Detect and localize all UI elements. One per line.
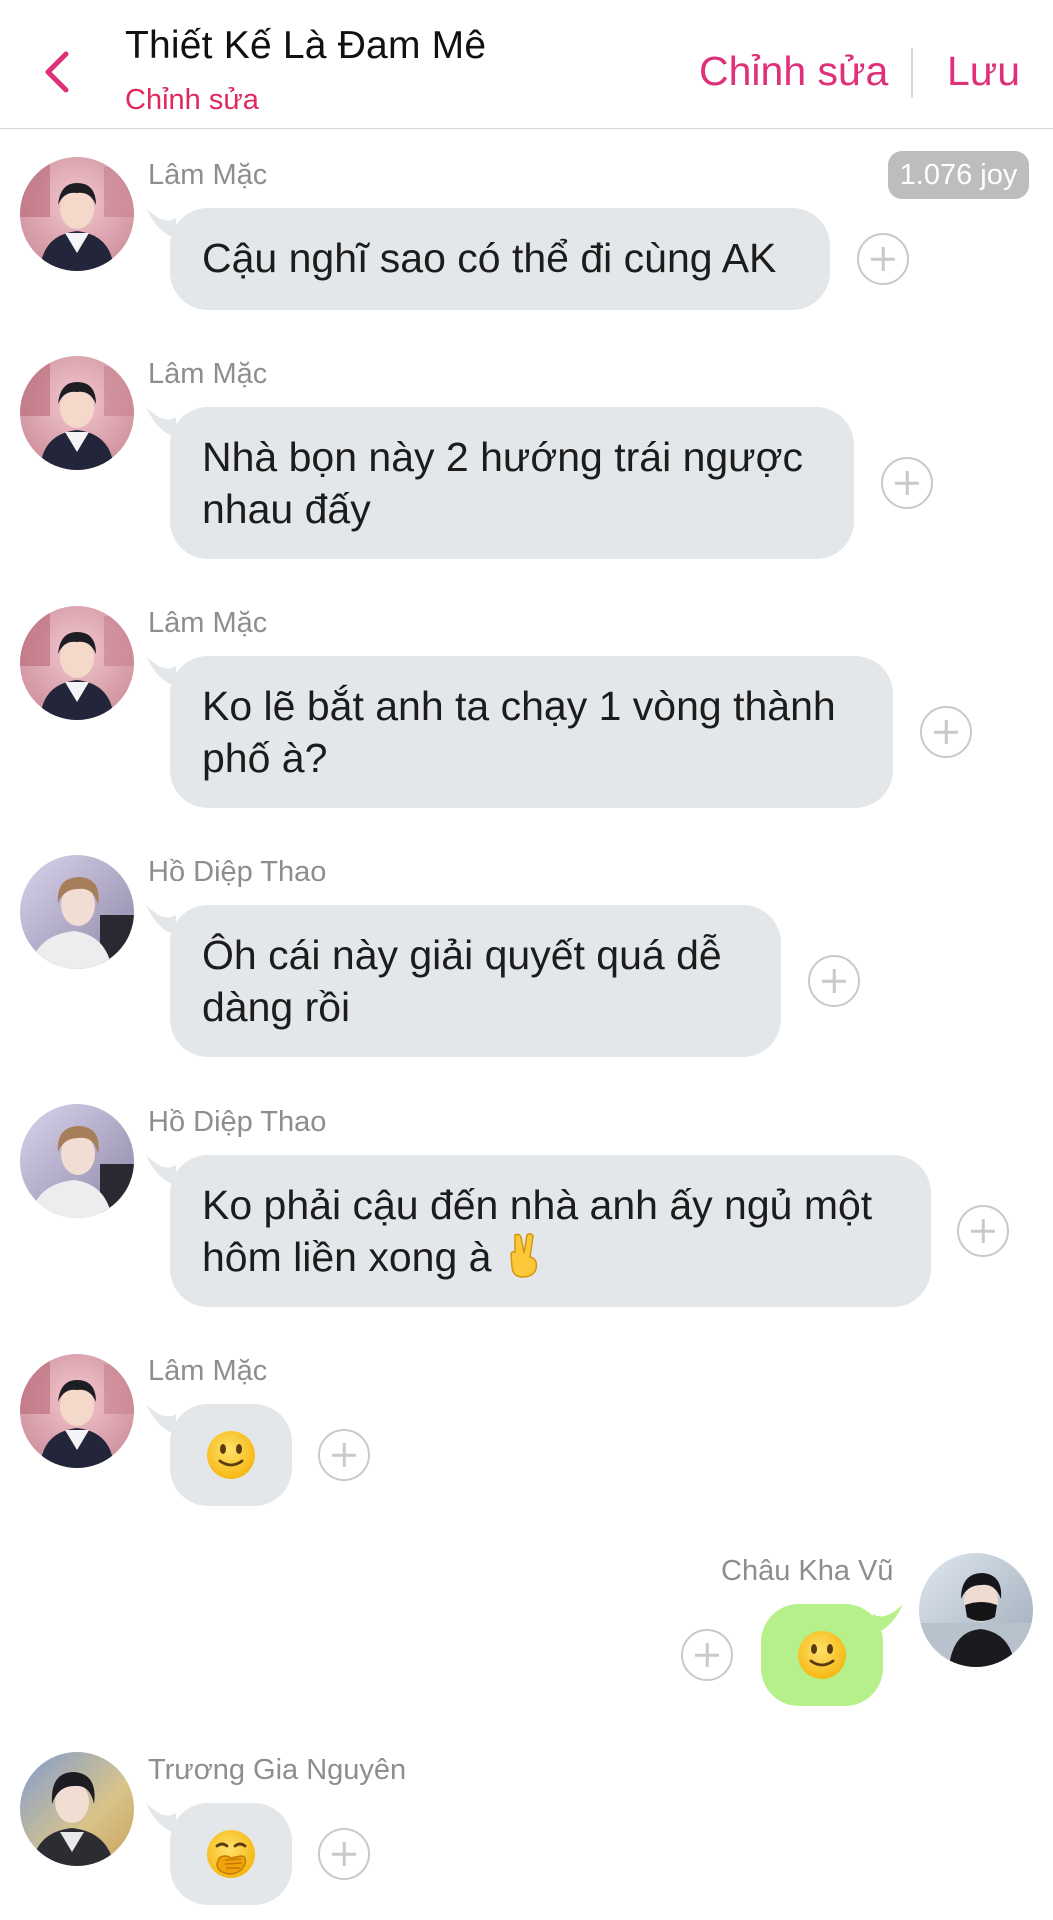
add-reaction-button[interactable] [681, 1629, 733, 1681]
message-text: Ko lẽ bắt anh ta chạy 1 vòng thành phố à… [202, 683, 836, 781]
avatar[interactable] [20, 157, 134, 271]
chat-title: Thiết Kế Là Đam Mê [125, 24, 487, 67]
slightly-smiling-face-emoji [207, 1431, 255, 1479]
chevron-left-icon [45, 51, 69, 93]
slightly-smiling-face-emoji [798, 1631, 846, 1679]
sender-name: Lâm Mặc [148, 1355, 268, 1387]
add-reaction-button[interactable] [318, 1828, 370, 1880]
chat-subtitle[interactable]: Chỉnh sửa [125, 84, 259, 117]
add-reaction-button[interactable] [920, 706, 972, 758]
sender-name: Lâm Mặc [148, 607, 268, 639]
add-reaction-button[interactable] [857, 233, 909, 285]
message-bubble[interactable] [170, 1404, 292, 1506]
face-with-hand-over-mouth-emoji [207, 1830, 255, 1878]
chat-header: Thiết Kế Là Đam Mê Chỉnh sửa Chỉnh sửa L… [0, 0, 1053, 129]
sender-name: Hồ Diệp Thao [148, 1106, 327, 1138]
header-divider [911, 48, 913, 98]
sender-name: Châu Kha Vũ [721, 1555, 894, 1587]
avatar[interactable] [20, 1104, 134, 1218]
add-reaction-button[interactable] [881, 457, 933, 509]
add-reaction-button[interactable] [957, 1205, 1009, 1257]
sender-name: Hồ Diệp Thao [148, 856, 327, 888]
joy-count-badge: 1.076 joy [888, 151, 1029, 199]
avatar[interactable] [20, 606, 134, 720]
message-bubble[interactable]: Ôh cái này giải quyết quá dễ dàng rồi [170, 905, 781, 1057]
back-button[interactable] [36, 48, 76, 96]
message-bubble[interactable]: Cậu nghĩ sao có thể đi cùng AK [170, 208, 830, 310]
edit-button[interactable]: Chỉnh sửa [699, 48, 888, 95]
message-bubble[interactable]: Ko lẽ bắt anh ta chạy 1 vòng thành phố à… [170, 656, 893, 808]
message-bubble[interactable]: Nhà bọn này 2 hướng trái ngược nhau đấy [170, 407, 854, 559]
avatar[interactable] [919, 1553, 1033, 1667]
avatar[interactable] [20, 855, 134, 969]
sender-name: Lâm Mặc [148, 358, 268, 390]
message-bubble[interactable] [761, 1604, 883, 1706]
avatar[interactable] [20, 1354, 134, 1468]
sender-name: Lâm Mặc [148, 159, 268, 191]
avatar[interactable] [20, 356, 134, 470]
message-text: Nhà bọn này 2 hướng trái ngược nhau đấy [202, 434, 804, 532]
message-bubble[interactable] [170, 1803, 292, 1905]
message-text: Cậu nghĩ sao có thể đi cùng AK [202, 235, 777, 281]
message-bubble[interactable]: Ko phải cậu đến nhà anh ấy ngủ một hôm l… [170, 1155, 931, 1307]
victory-hand-emoji [510, 1232, 537, 1278]
add-reaction-button[interactable] [318, 1429, 370, 1481]
save-button[interactable]: Lưu [947, 48, 1020, 95]
message-text: Ôh cái này giải quyết quá dễ dàng rồi [202, 932, 722, 1030]
sender-name: Trương Gia Nguyên [148, 1754, 407, 1786]
avatar[interactable] [20, 1752, 134, 1866]
add-reaction-button[interactable] [808, 955, 860, 1007]
